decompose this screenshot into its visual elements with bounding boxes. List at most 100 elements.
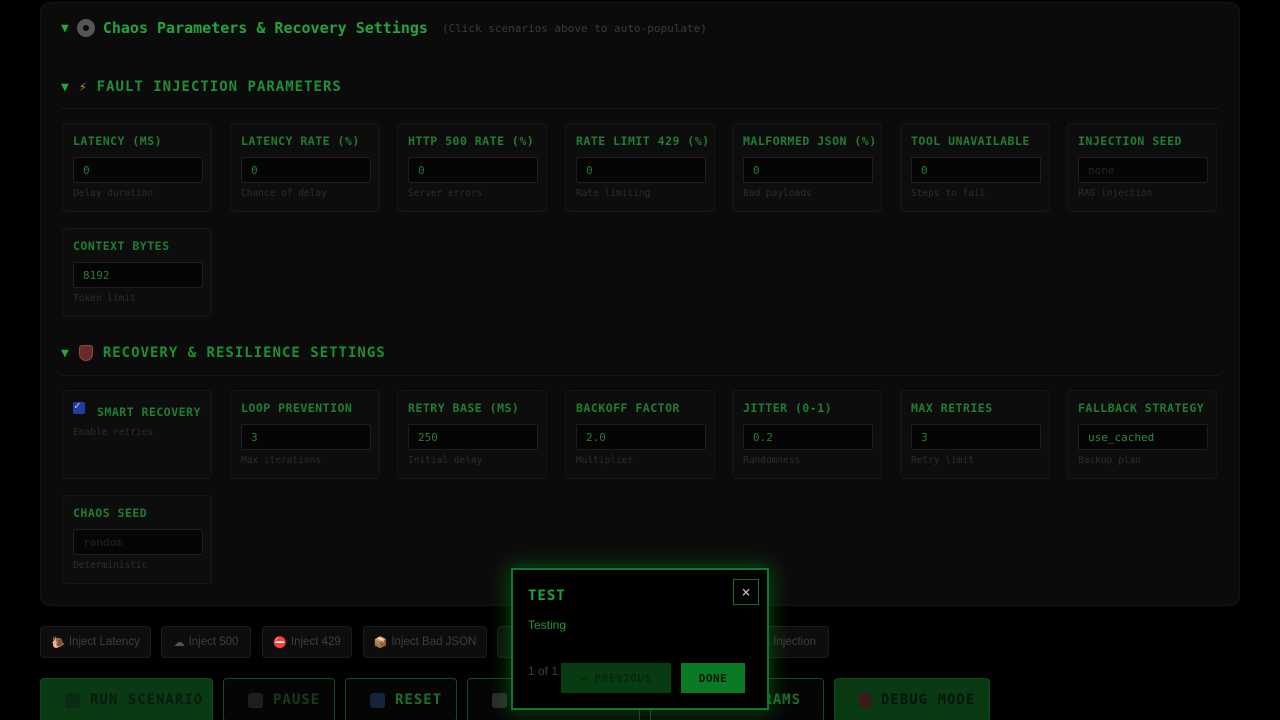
http-500-rate-input[interactable] (408, 157, 538, 183)
collapse-toggle-icon[interactable]: ▼ (61, 80, 69, 95)
param-malformed-json: MALFORMED JSON (%) Bad payloads (732, 123, 882, 212)
param-smart-recovery: SMART RECOVERY Enable retries (62, 390, 212, 479)
button-label: PAUSE (273, 692, 321, 708)
panel-hint: (Click scenarios above to auto-populate) (441, 21, 707, 35)
collapse-toggle-icon[interactable]: ▼ (61, 21, 69, 36)
cloud-icon: ☁ (173, 636, 185, 649)
reset-button[interactable]: RESET (345, 678, 457, 720)
latency-ms-input[interactable] (73, 157, 203, 183)
param-context-bytes: CONTEXT BYTES Token limit (62, 228, 212, 317)
play-icon (65, 692, 80, 708)
param-label: LATENCY RATE (%) (241, 134, 360, 148)
max-retries-input[interactable] (911, 424, 1041, 450)
panel-header[interactable]: ▼ Chaos Parameters & Recovery Settings (… (61, 19, 707, 37)
param-label: MALFORMED JSON (%) (743, 134, 877, 148)
pause-icon (248, 692, 263, 708)
panel-title: Chaos Parameters & Recovery Settings (102, 19, 428, 37)
button-label: RUN SCENARIO (90, 692, 204, 708)
param-chaos-seed: CHAOS SEED Deterministic (62, 495, 212, 584)
jitter-input[interactable] (743, 424, 873, 450)
param-help: Bad payloads (743, 188, 812, 199)
param-label: CHAOS SEED (73, 506, 148, 520)
smart-recovery-checkbox[interactable] (73, 399, 85, 414)
param-tool-unavailable: TOOL UNAVAILABLE Steps to fail (900, 123, 1050, 212)
fault-section-header[interactable]: ▼ ⚡ FAULT INJECTION PARAMETERS (61, 79, 342, 95)
button-label: Inject 429 (290, 636, 341, 648)
param-latency-rate: LATENCY RATE (%) Chance of delay (230, 123, 380, 212)
param-help: Backup plan (1078, 455, 1141, 466)
param-label: JITTER (0-1) (743, 401, 833, 415)
close-icon[interactable]: × (733, 579, 759, 605)
lightning-icon: ⚡ (78, 79, 87, 95)
tool-unavailable-input[interactable] (911, 157, 1041, 183)
snail-icon: 🐌 (51, 636, 65, 649)
debug-mode-button[interactable]: DEBUG MODE (834, 678, 990, 720)
param-help: Deterministic (73, 560, 148, 571)
refresh-icon (370, 692, 385, 708)
button-label: Inject Latency (68, 636, 140, 648)
pause-button[interactable]: PAUSE (223, 678, 335, 720)
modal-body: Testing (528, 618, 567, 632)
section-title: RECOVERY & RESILIENCE SETTINGS (102, 345, 386, 361)
param-help: Chance of delay (241, 188, 327, 199)
package-icon: 📦 (373, 636, 388, 649)
context-bytes-input[interactable] (73, 262, 203, 288)
chaos-seed-input[interactable] (73, 529, 203, 555)
injection-seed-input[interactable] (1078, 157, 1208, 183)
tour-modal: TEST × Testing 1 of 1 ← PREVIOUS DONE (511, 568, 769, 710)
recovery-section-header[interactable]: ▼ RECOVERY & RESILIENCE SETTINGS (61, 345, 386, 361)
inject-429-button[interactable]: ⛔ Inject 429 (262, 626, 352, 658)
wrench-icon (859, 692, 871, 708)
button-label: s Injection (764, 636, 816, 648)
param-max-retries: MAX RETRIES Retry limit (900, 390, 1050, 479)
retry-base-input[interactable] (408, 424, 538, 450)
param-injection-seed: INJECTION SEED RAG injection (1067, 123, 1217, 212)
param-jitter: JITTER (0-1) Randomness (732, 390, 882, 479)
param-label: TOOL UNAVAILABLE (911, 134, 1030, 148)
button-label: Inject Bad JSON (391, 636, 477, 648)
param-label: HTTP 500 RATE (%) (408, 134, 535, 148)
latency-rate-input[interactable] (241, 157, 371, 183)
loop-prevention-input[interactable] (241, 424, 371, 450)
button-label: RESET (395, 692, 443, 708)
param-label: FALLBACK STRATEGY (1078, 401, 1205, 415)
gear-icon (76, 19, 95, 37)
button-label: DEBUG MODE (881, 692, 976, 708)
param-retry-base: RETRY BASE (MS) Initial delay (397, 390, 547, 479)
backoff-factor-input[interactable] (576, 424, 706, 450)
param-help: Randomness (743, 455, 801, 466)
inject-bad-json-button[interactable]: 📦 Inject Bad JSON (363, 626, 487, 658)
param-label: MAX RETRIES (911, 401, 993, 415)
param-http-500-rate: HTTP 500 RATE (%) Server errors (397, 123, 547, 212)
modal-title: TEST (528, 588, 566, 604)
param-help: Retry limit (911, 455, 974, 466)
dice-icon (492, 692, 507, 708)
button-label: Inject 500 (188, 636, 239, 648)
param-label: RETRY BASE (MS) (408, 401, 520, 415)
param-loop-prevention: LOOP PREVENTION Max iterations (230, 390, 380, 479)
param-label: INJECTION SEED (1078, 134, 1182, 148)
param-latency-ms: LATENCY (MS) Delay duration (62, 123, 212, 212)
fallback-strategy-input[interactable] (1078, 424, 1208, 450)
param-help: Token limit (73, 293, 136, 304)
run-scenario-button[interactable]: RUN SCENARIO (40, 678, 213, 720)
previous-button[interactable]: ← PREVIOUS (561, 663, 671, 693)
param-label: BACKOFF FACTOR (576, 401, 680, 415)
param-help: Enable retries (73, 427, 154, 438)
param-help: Multiplier (576, 455, 634, 466)
inject-500-button[interactable]: ☁ Inject 500 (161, 626, 251, 658)
malformed-json-input[interactable] (743, 157, 873, 183)
divider (61, 375, 1219, 376)
step-counter: 1 of 1 (528, 664, 559, 678)
done-button[interactable]: DONE (681, 663, 745, 693)
collapse-toggle-icon[interactable]: ▼ (61, 346, 69, 361)
param-help: RAG injection (1078, 188, 1153, 199)
param-label: RATE LIMIT 429 (%) (576, 134, 710, 148)
chaos-parameters-panel: ▼ Chaos Parameters & Recovery Settings (… (40, 2, 1240, 606)
param-label: LATENCY (MS) (73, 134, 163, 148)
inject-latency-button[interactable]: 🐌 Inject Latency (40, 626, 151, 658)
param-help: Initial delay (408, 455, 483, 466)
rate-limit-429-input[interactable] (576, 157, 706, 183)
section-title: FAULT INJECTION PARAMETERS (96, 79, 342, 95)
param-label: SMART RECOVERY (97, 405, 201, 419)
